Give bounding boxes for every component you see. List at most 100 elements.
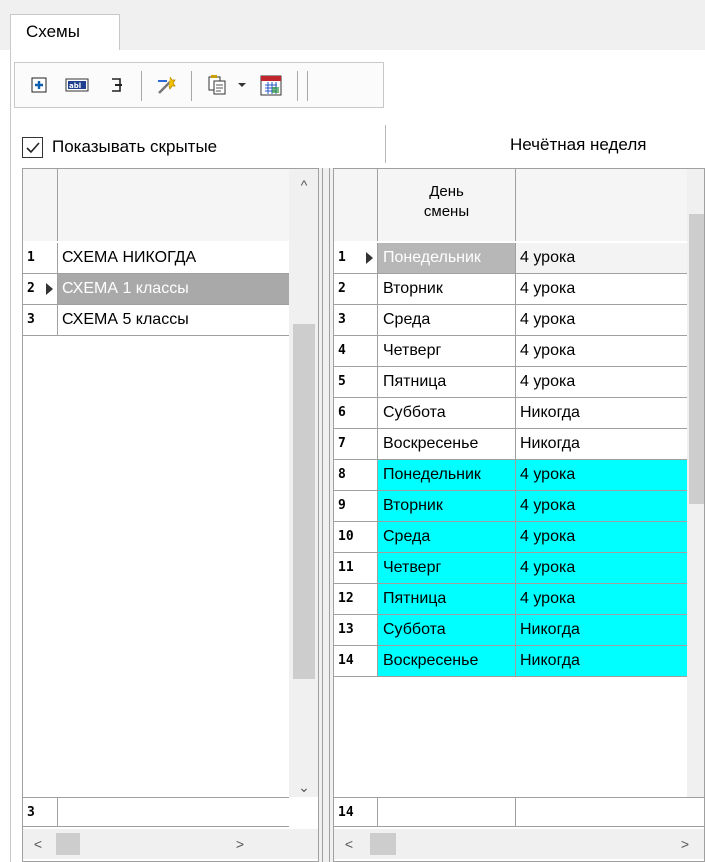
rename-button[interactable]: abl — [63, 71, 91, 99]
scheme-name-cell[interactable]: СХЕМА НИКОГДА — [58, 243, 290, 273]
table-row[interactable]: 1 Понедельник 4 урока — [334, 243, 687, 274]
value-cell[interactable]: Никогда — [516, 429, 687, 459]
dropdown-arrow-icon — [238, 83, 246, 87]
toolbar-separator — [191, 71, 192, 101]
scroll-thumb[interactable] — [56, 833, 80, 855]
schemes-grid-header — [23, 169, 290, 241]
day-cell[interactable]: Суббота — [378, 398, 516, 428]
table-row[interactable]: 10 Среда 4 урока — [334, 522, 687, 553]
schemes-vertical-scrollbar[interactable]: ^ ⌄ — [289, 169, 318, 797]
show-hidden-toggle[interactable]: Показывать скрытые — [22, 132, 217, 162]
row-number: 8 — [334, 460, 378, 490]
table-row[interactable]: 2 СХЕМА 1 классы — [23, 274, 290, 305]
scroll-up-icon[interactable]: ^ — [289, 175, 318, 195]
scheme-name-cell[interactable]: СХЕМА 5 классы — [58, 305, 290, 335]
value-cell[interactable]: 4 урока — [516, 274, 687, 304]
schemes-horizontal-scrollbar[interactable]: < > — [23, 829, 318, 859]
row-number: 12 — [334, 584, 378, 614]
calendar-icon — [260, 75, 282, 96]
value-column-header[interactable] — [516, 169, 687, 241]
table-row[interactable]: 9 Вторник 4 урока — [334, 491, 687, 522]
delete-row-icon — [112, 78, 122, 92]
value-cell[interactable]: 4 урока — [516, 305, 687, 335]
day-cell[interactable]: Воскресенье — [378, 429, 516, 459]
panel-splitter[interactable] — [319, 168, 333, 862]
day-cell[interactable]: Суббота — [378, 615, 516, 645]
days-vertical-scrollbar[interactable] — [687, 169, 704, 797]
value-cell[interactable]: 4 урока — [516, 460, 687, 490]
value-cell[interactable]: 4 урока — [516, 243, 687, 273]
table-row[interactable]: 14 Воскресенье Никогда — [334, 646, 687, 677]
row-indicator-header — [23, 169, 58, 241]
table-row[interactable]: 13 Суббота Никогда — [334, 615, 687, 646]
value-cell[interactable]: 4 урока — [516, 584, 687, 614]
table-row[interactable]: 4 Четверг 4 урока — [334, 336, 687, 367]
table-row[interactable]: 11 Четверг 4 урока — [334, 553, 687, 584]
row-number-text: 11 — [338, 560, 354, 575]
row-number: 7 — [334, 429, 378, 459]
toolbar-separator — [307, 71, 308, 101]
value-cell[interactable]: 4 урока — [516, 553, 687, 583]
delete-row-button[interactable] — [103, 71, 131, 99]
scroll-left-icon[interactable]: < — [334, 834, 364, 854]
calendar-button[interactable] — [257, 71, 285, 99]
scroll-thumb[interactable] — [293, 324, 315, 679]
scroll-right-icon[interactable]: > — [670, 834, 700, 854]
value-cell[interactable]: 4 урока — [516, 336, 687, 366]
day-cell[interactable]: Четверг — [378, 336, 516, 366]
table-row[interactable]: 8 Понедельник 4 урока — [334, 460, 687, 491]
day-cell[interactable]: Пятница — [378, 367, 516, 397]
copy-button[interactable] — [203, 71, 231, 99]
scheme-name-cell[interactable]: СХЕМА 1 классы — [58, 274, 290, 304]
current-row-arrow-icon — [46, 283, 53, 295]
value-cell[interactable]: 4 урока — [516, 491, 687, 521]
scroll-left-icon[interactable]: < — [23, 834, 53, 854]
scroll-thumb[interactable] — [689, 214, 704, 504]
edit-button[interactable] — [153, 71, 181, 99]
scroll-thumb[interactable] — [370, 833, 396, 855]
footer-count: 14 — [334, 798, 378, 827]
table-row[interactable]: 6 Суббота Никогда — [334, 398, 687, 429]
table-row[interactable]: 3 СХЕМА 5 классы — [23, 305, 290, 336]
table-row[interactable]: 1 СХЕМА НИКОГДА — [23, 243, 290, 274]
schemes-grid-footer: 3 — [23, 797, 289, 827]
toolbar-group: abl — [14, 62, 384, 108]
row-number: 3 — [334, 305, 378, 335]
table-row[interactable]: 5 Пятница 4 урока — [334, 367, 687, 398]
show-hidden-checkbox[interactable] — [22, 136, 43, 158]
scroll-down-icon[interactable]: ⌄ — [289, 777, 318, 797]
day-cell[interactable]: Четверг — [378, 553, 516, 583]
table-row[interactable]: 3 Среда 4 урока — [334, 305, 687, 336]
row-number-text: 1 — [338, 250, 346, 265]
value-cell[interactable]: Никогда — [516, 615, 687, 645]
schemes-grid: 1 СХЕМА НИКОГДА 2 СХЕМА 1 классы 3 СХЕМА… — [22, 168, 319, 862]
value-cell[interactable]: Никогда — [516, 646, 687, 676]
scheme-name-header[interactable] — [58, 169, 290, 241]
copy-dropdown-button[interactable] — [233, 71, 251, 99]
table-row[interactable]: 7 Воскресенье Никогда — [334, 429, 687, 460]
day-cell[interactable]: Пятница — [378, 584, 516, 614]
table-row[interactable]: 12 Пятница 4 урока — [334, 584, 687, 615]
value-cell[interactable]: 4 урока — [516, 367, 687, 397]
day-cell[interactable]: Вторник — [378, 274, 516, 304]
day-cell[interactable]: Понедельник — [378, 243, 516, 273]
table-row[interactable]: 2 Вторник 4 урока — [334, 274, 687, 305]
value-cell[interactable]: Никогда — [516, 398, 687, 428]
day-cell[interactable]: Понедельник — [378, 460, 516, 490]
add-row-button[interactable] — [25, 71, 53, 99]
day-column-header[interactable]: День смены — [378, 169, 516, 241]
row-number-text: 2 — [338, 281, 346, 296]
edit-wand-icon — [158, 76, 176, 94]
days-horizontal-scrollbar[interactable]: < > — [334, 829, 704, 859]
day-cell[interactable]: Среда — [378, 522, 516, 552]
current-row-arrow-icon — [366, 252, 373, 264]
day-cell[interactable]: Вторник — [378, 491, 516, 521]
tab-schemes-label: Схемы — [26, 22, 80, 41]
tab-schemes[interactable]: Схемы — [10, 14, 120, 51]
row-number-text: 5 — [338, 374, 346, 389]
scroll-right-icon[interactable]: > — [225, 834, 255, 854]
day-cell[interactable]: Воскресенье — [378, 646, 516, 676]
row-number-text: 10 — [338, 529, 354, 544]
day-cell[interactable]: Среда — [378, 305, 516, 335]
value-cell[interactable]: 4 урока — [516, 522, 687, 552]
